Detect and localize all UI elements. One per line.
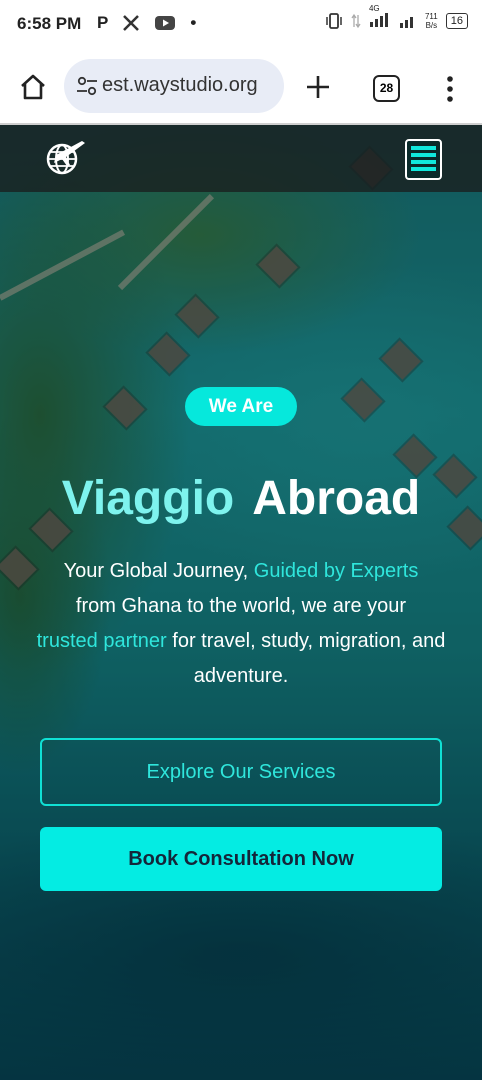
title-word-viaggio: Viaggio (61, 472, 235, 525)
title-word-abroad: Abroad (252, 472, 421, 525)
book-consultation-button[interactable]: Book Consultation Now (40, 827, 442, 891)
hero-description: Your Global Journey, Guided by Experts f… (10, 554, 472, 694)
more-options-icon[interactable] (440, 74, 460, 104)
tab-switcher-button[interactable]: 28 (373, 75, 400, 102)
url-text[interactable]: est.waystudio.org (102, 74, 280, 97)
net-speed-unit: B/s (425, 21, 438, 30)
signal-icon (369, 12, 388, 27)
desc-highlight: Guided by Experts (253, 560, 419, 582)
site-header (0, 125, 482, 192)
net-speed-value: 711 (424, 12, 438, 21)
hamburger-menu-button[interactable] (405, 139, 442, 180)
status-right: 4G 711 B/s 16 (325, 4, 468, 30)
address-bar[interactable]: est.waystudio.org (64, 59, 284, 113)
hero-section: We Are Viaggio Abroad Your Global Journey… (0, 125, 482, 1080)
x-icon (123, 15, 140, 31)
battery-indicator: 16 (445, 13, 468, 29)
status-bar: 6:58 PM P • 4G 711 B/s 16 (0, 0, 482, 50)
intro-badge: We Are (185, 387, 297, 426)
globe-plane-logo-icon[interactable] (42, 135, 86, 179)
net-speed: 711 B/s (425, 12, 438, 30)
browser-toolbar: est.waystudio.org 28 (0, 50, 482, 124)
network-type: 4G (368, 3, 380, 13)
explore-services-button[interactable]: Explore Our Services (40, 738, 442, 806)
menu-bar (411, 146, 436, 150)
youtube-icon (155, 16, 176, 30)
site-settings-icon[interactable] (76, 76, 98, 96)
desc-text: from Ghana to the world, we are your (75, 595, 407, 617)
desc-highlight: trusted partner (36, 630, 167, 652)
menu-bar (411, 167, 436, 171)
home-icon[interactable] (18, 72, 48, 102)
menu-bar (411, 153, 436, 157)
dot-icon: • (190, 13, 197, 32)
desc-text: for travel, study, migration, and advent… (166, 630, 446, 687)
desc-text: Your Global Journey, (63, 560, 254, 582)
p-app-icon: P (97, 13, 109, 32)
new-tab-icon[interactable] (302, 71, 334, 103)
hero-title: Viaggio Abroad (0, 471, 482, 526)
menu-bar (411, 160, 436, 164)
status-time: 6:58 PM (17, 14, 82, 33)
notification-icons: P • (97, 13, 196, 33)
vibrate-icon (326, 13, 342, 29)
data-arrows-icon (351, 13, 361, 29)
signal-icon-2 (399, 17, 413, 28)
